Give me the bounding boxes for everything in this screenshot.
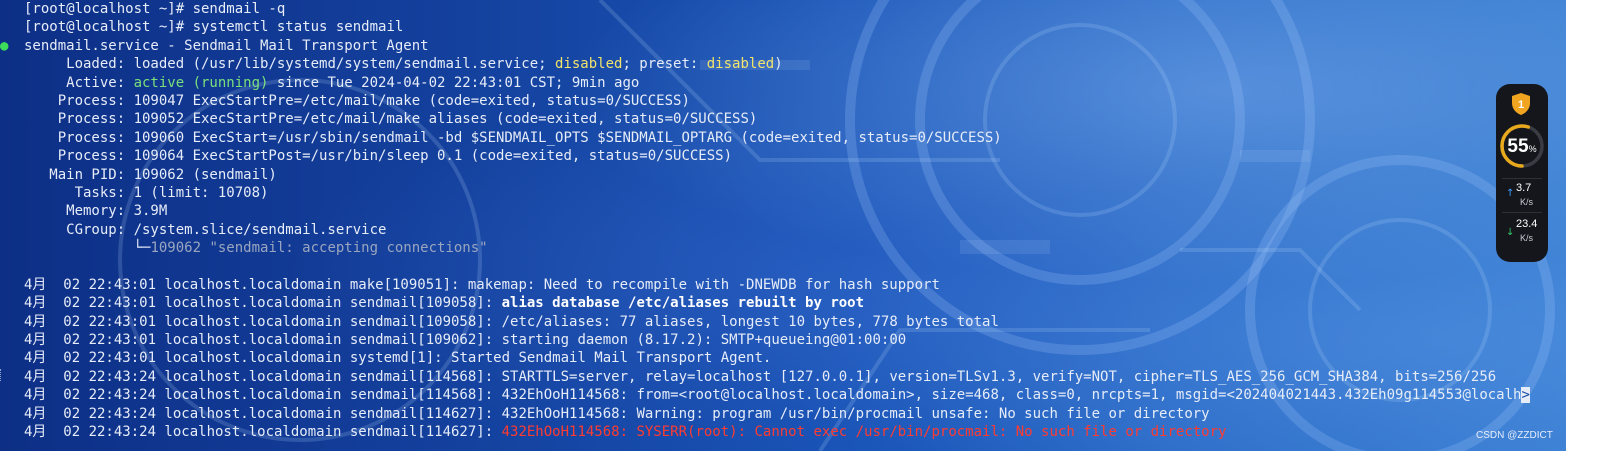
preset-state: disabled xyxy=(706,56,775,73)
log-line: 4月 02 22:43:01 localhost.localdomain mak… xyxy=(24,276,1566,294)
service-title-line: ● sendmail.service - Sendmail Mail Transp… xyxy=(0,37,1566,55)
side-margin xyxy=(1566,0,1614,451)
shell-command: sendmail -q xyxy=(192,1,286,17)
loaded-label: Loaded: xyxy=(24,56,134,73)
upload-value: 3.7 xyxy=(1516,182,1532,194)
active-since: since Tue 2024-04-02 22:43:01 CST; 9min … xyxy=(268,74,640,91)
shell-prompt: [root@localhost ~]# xyxy=(24,19,193,36)
loaded-mid: ; preset: xyxy=(622,56,707,73)
process-line: Process: 109052 ExecStartPre=/etc/mail/m… xyxy=(24,111,758,128)
terminal-window[interactable]: [root@localhost ~]# sendmail -q [root@lo… xyxy=(0,0,1566,451)
loaded-text: loaded (/usr/lib/systemd/system/sendmail… xyxy=(133,56,556,73)
process-line: Process: 109064 ExecStartPost=/usr/bin/s… xyxy=(24,148,733,165)
log-line: 4月 02 22:43:24 localhost.localdomain sen… xyxy=(24,386,1566,404)
shield-icon[interactable]: 1 xyxy=(1510,92,1532,116)
log-line: 4月 02 22:43:01 localhost.localdomain sen… xyxy=(24,294,1566,312)
terminal-output: [root@localhost ~]# sendmail -q [root@lo… xyxy=(0,0,1566,441)
watermark: CSDN @ZZDICT xyxy=(1476,430,1553,441)
log-message-error: 432EhOoH114568: SYSERR(root): Cannot exe… xyxy=(501,423,1227,440)
log-message: Started Sendmail Mail Transport Agent. xyxy=(451,350,772,367)
log-line: 4月 02 22:43:01 localhost.localdomain sen… xyxy=(24,331,1566,349)
truncation-marker: > xyxy=(1521,387,1530,404)
memory-line: Memory: 3.9M xyxy=(24,203,168,220)
loaded-line: Loaded: loaded (/usr/lib/systemd/system/… xyxy=(24,55,1566,73)
service-title: sendmail.service - Sendmail Mail Transpo… xyxy=(24,37,429,54)
cpu-value: 55 xyxy=(1507,136,1529,157)
log-line: 4月 02 22:43:01 localhost.localdomain sys… xyxy=(24,349,1566,367)
log-message: 432EhOoH114568: Warning: program /usr/bi… xyxy=(501,405,1210,422)
log-prefix: 4月 02 22:43:24 localhost.localdomain sen… xyxy=(24,423,502,440)
log-prefix: 4月 02 22:43:01 localhost.localdomain sen… xyxy=(24,295,502,312)
cgroup-tree-line: └─109062 "sendmail: accepting connection… xyxy=(24,239,1566,257)
cpu-percent: 55% xyxy=(1496,136,1548,158)
divider xyxy=(1502,212,1542,213)
log-line: 4月 02 22:43:24 localhost.localdomain sen… xyxy=(24,405,1566,423)
loaded-state: disabled xyxy=(555,56,623,73)
download-value: 23.4 xyxy=(1516,218,1538,230)
log-line: 4月 02 22:43:24 localhost.localdomain sen… xyxy=(24,368,1566,386)
download-arrow-icon: ↓ xyxy=(1506,227,1515,238)
log-message: alias database /etc/aliases rebuilt by r… xyxy=(501,295,865,312)
active-line: Active: active (running) since Tue 2024-… xyxy=(24,74,1566,92)
loaded-post: ) xyxy=(774,56,783,73)
active-label: Active: xyxy=(24,74,134,91)
log-prefix: 4月 02 22:43:01 localhost.localdomain sys… xyxy=(24,350,452,367)
cgroup-tree-item: 109062 "sendmail: accepting connections" xyxy=(150,240,488,257)
log-message: 432EhOoH114568: from=<root@localhost.loc… xyxy=(501,387,1522,404)
log-prefix: 4月 02 22:43:24 localhost.localdomain sen… xyxy=(24,387,502,404)
divider xyxy=(1502,178,1542,179)
log-prefix: 4月 02 22:43:01 localhost.localdomain mak… xyxy=(24,276,468,293)
log-line: 4月 02 22:43:24 localhost.localdomain sen… xyxy=(24,423,1566,441)
status-dot-icon: ● xyxy=(0,37,9,54)
upload-unit: K/s xyxy=(1520,197,1534,207)
svg-text:1: 1 xyxy=(1518,99,1524,111)
main-pid-line: Main PID: 109062 (sendmail) xyxy=(24,166,277,183)
prompt-line: [root@localhost ~]# sendmail -q xyxy=(24,0,1566,18)
cgroup-line: CGroup: /system.slice/sendmail.service xyxy=(24,221,387,238)
cpu-unit: % xyxy=(1528,144,1537,154)
prompt-line: [root@localhost ~]# systemctl status sen… xyxy=(24,18,1566,36)
log-message: STARTTLS=server, relay=localhost [127.0.… xyxy=(501,368,1497,385)
log-prefix: 4月 02 22:43:24 localhost.localdomain sen… xyxy=(24,405,502,422)
download-unit: K/s xyxy=(1520,233,1534,243)
cgroup-tree-prefix: └─ xyxy=(24,240,151,257)
process-line: Process: 109047 ExecStartPre=/etc/mail/m… xyxy=(24,92,690,109)
active-state: active (running) xyxy=(133,74,269,91)
system-monitor-widget[interactable]: 1 55% ↑ 3.7 K/s ↓ 23.4 K/s xyxy=(1496,84,1548,262)
tasks-line: Tasks: 1 (limit: 10708) xyxy=(24,184,269,201)
log-message: makemap: Need to recompile with -DNEWDB … xyxy=(467,276,940,293)
resize-grip[interactable] xyxy=(0,369,4,381)
shell-command: systemctl status sendmail xyxy=(192,19,404,36)
upload-arrow-icon: ↑ xyxy=(1506,188,1515,199)
process-line: Process: 109060 ExecStart=/usr/sbin/send… xyxy=(24,129,1002,146)
log-message: starting daemon (8.17.2): SMTP+queueing@… xyxy=(501,332,907,349)
log-prefix: 4月 02 22:43:24 localhost.localdomain sen… xyxy=(24,368,502,385)
shell-prompt: [root@localhost ~]# xyxy=(24,1,193,17)
log-prefix: 4月 02 22:43:01 localhost.localdomain sen… xyxy=(24,313,502,330)
log-prefix: 4月 02 22:43:01 localhost.localdomain sen… xyxy=(24,332,502,349)
log-line: 4月 02 22:43:01 localhost.localdomain sen… xyxy=(24,313,1566,331)
log-message: /etc/aliases: 77 aliases, longest 10 byt… xyxy=(501,313,999,330)
